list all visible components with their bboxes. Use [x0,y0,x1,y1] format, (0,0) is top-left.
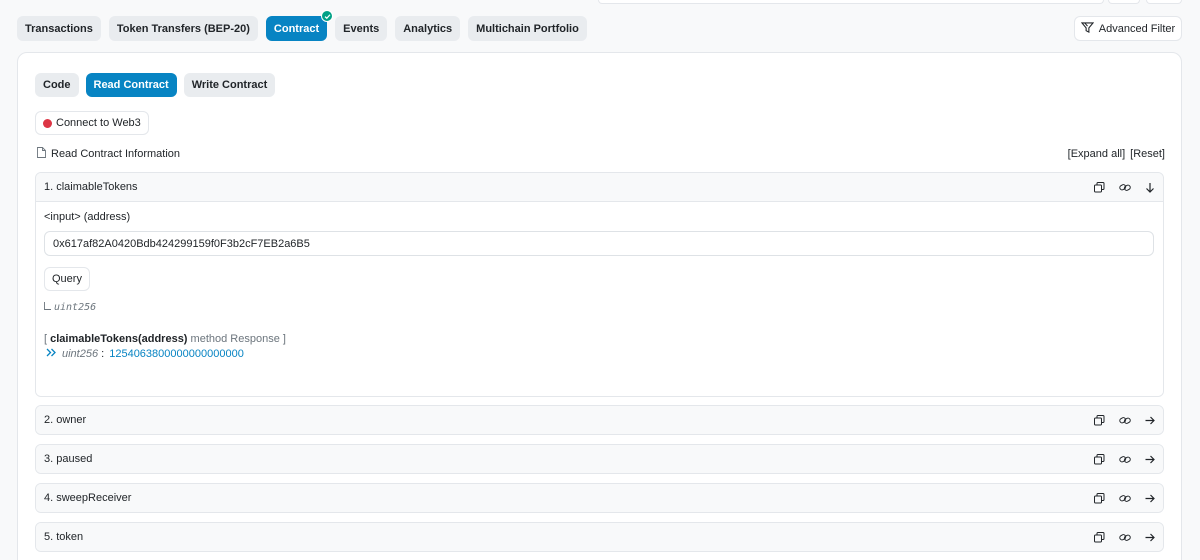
link-icon[interactable] [1119,415,1131,426]
tab-contract[interactable]: Contract [265,10,334,41]
read-contract-info-row: Read Contract Information [Expand all] [… [37,146,1165,162]
connect-web3-button[interactable]: Connect to Web3 [35,111,149,135]
arrow-right-icon[interactable] [1145,454,1155,465]
address-input[interactable]: 0x617af82A0420Bdb424299159f0F3b2cF7EB2a6… [44,231,1154,256]
copy-icon[interactable] [1094,492,1105,504]
method-sweep-receiver: 4. sweepReceiver [35,483,1164,513]
tab-transactions[interactable]: Transactions [17,16,101,41]
method-body: <input> (address) 0x617af82A0420Bdb42429… [36,201,1163,396]
disconnected-status-icon [43,118,52,128]
response-header: [ claimableTokens(address) method Respon… [44,333,286,345]
top-button [1146,0,1182,4]
input-label: <input> (address) [44,211,131,223]
method-claimable-tokens: 1. claimableTokens <input> (address) 0x6… [35,172,1164,397]
contract-card: Code Read Contract Write Contract Connec… [17,52,1182,560]
method-paused: 3. paused [35,444,1164,474]
link-icon[interactable] [1119,182,1131,193]
subtab-code[interactable]: Code [35,73,79,97]
double-chevron-right-icon [46,348,57,360]
tab-token-transfers[interactable]: Token Transfers (BEP-20) [108,16,258,41]
return-type: uint256 [44,302,96,313]
corner-arrow-icon [44,302,51,313]
response-value: 1254063800000000000000 [109,348,244,360]
top-button [1108,0,1140,4]
link-icon[interactable] [1119,454,1131,465]
method-owner: 2. owner [35,405,1164,435]
tab-analytics[interactable]: Analytics [395,16,461,41]
copy-icon[interactable] [1094,453,1105,465]
query-button[interactable]: Query [44,267,90,291]
reset-link[interactable]: [Reset] [1130,148,1165,160]
method-token: 5. token [35,522,1164,552]
contract-subtabs: Code Read Contract Write Contract [35,73,276,97]
method-header[interactable]: 4. sweepReceiver [36,484,1163,512]
copy-icon[interactable] [1094,414,1105,426]
document-icon [37,147,46,161]
arrow-right-icon[interactable] [1145,493,1155,504]
tab-multichain-portfolio[interactable]: Multichain Portfolio [468,16,587,41]
tab-events[interactable]: Events [335,16,388,41]
link-icon[interactable] [1119,532,1131,543]
method-header[interactable]: 5. token [36,523,1163,551]
copy-icon[interactable] [1094,181,1105,193]
method-header[interactable]: 1. claimableTokens [36,173,1163,201]
link-icon[interactable] [1119,493,1131,504]
subtab-write-contract[interactable]: Write Contract [183,73,276,97]
copy-icon[interactable] [1094,531,1105,543]
top-search-bar [598,0,1104,4]
read-contract-info-title: Read Contract Information [51,148,181,160]
filter-icon [1080,21,1094,36]
response-value-row: uint256 : 1254063800000000000000 [46,348,244,360]
verified-check-icon [321,10,334,22]
arrow-down-icon[interactable] [1145,182,1155,193]
method-header[interactable]: 2. owner [36,406,1163,434]
method-header[interactable]: 3. paused [36,445,1163,473]
arrow-right-icon[interactable] [1145,532,1155,543]
expand-all-link[interactable]: [Expand all] [1068,148,1125,160]
main-tabs: Transactions Token Transfers (BEP-20) Co… [17,10,587,41]
subtab-read-contract[interactable]: Read Contract [85,73,177,97]
arrow-right-icon[interactable] [1145,415,1155,426]
advanced-filter-button[interactable]: Advanced Filter [1074,16,1182,41]
